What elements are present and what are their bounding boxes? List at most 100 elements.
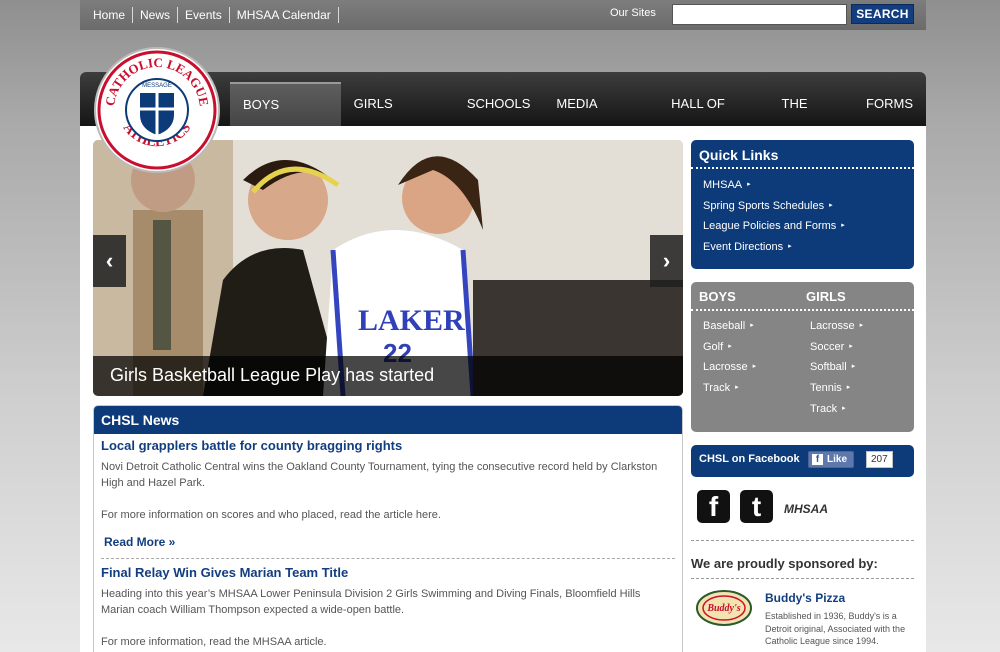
sport-label: Lacrosse bbox=[810, 320, 855, 333]
news-article-title[interactable]: Local grapplers battle for county braggi… bbox=[101, 438, 675, 453]
slider-prev-button[interactable]: ‹ bbox=[93, 235, 126, 287]
quick-link-event-directions[interactable]: Event Directions ▸ bbox=[703, 237, 914, 258]
main-container: CATHOLIC LEAGUE ATHLETICS MESSAGE BOYS S… bbox=[80, 47, 926, 652]
hero-slider: LAKER 22 ‹ › Girls Basketball League Pla… bbox=[93, 140, 683, 396]
sport-label: Track bbox=[810, 402, 838, 415]
menu-hall-of-fame[interactable]: HALL OF FAME bbox=[658, 82, 768, 155]
sport-label: Golf bbox=[703, 340, 724, 353]
quick-link-spring-sports[interactable]: Spring Sports Schedules ▸ bbox=[703, 196, 914, 217]
quick-links-panel: Quick Links MHSAA ▸ Spring Sports Schedul… bbox=[691, 140, 914, 269]
quick-link-label: MHSAA bbox=[703, 179, 743, 192]
triangle-right-icon: ▸ bbox=[747, 181, 751, 188]
news-article-title[interactable]: Final Relay Win Gives Marian Team Title bbox=[101, 565, 675, 580]
main-menu: BOYS SPORTS GIRLS SPORTS SCHOOLS MEDIA C… bbox=[230, 82, 926, 155]
search-input[interactable] bbox=[672, 4, 847, 25]
sponsor-divider bbox=[691, 578, 914, 579]
facebook-icon[interactable]: f bbox=[697, 490, 730, 523]
news-article-body: Novi Detroit Catholic Central wins the O… bbox=[101, 461, 658, 489]
buddys-logo-text: Buddy's bbox=[706, 603, 740, 614]
sport-label: Baseball bbox=[703, 320, 746, 333]
girls-sport-softball[interactable]: Softball ▸ bbox=[810, 357, 906, 378]
news-article: Final Relay Win Gives Marian Team Title … bbox=[94, 565, 682, 650]
sport-label: Soccer bbox=[810, 340, 845, 353]
news-article-body: Heading into this year’s MHSAA Lower Pen… bbox=[101, 588, 641, 616]
menu-girls-sports[interactable]: GIRLS SPORTS bbox=[341, 82, 454, 155]
triangle-right-icon: ▸ bbox=[788, 242, 792, 250]
triangle-right-icon: ▸ bbox=[842, 404, 846, 412]
girls-sport-soccer[interactable]: Soccer ▸ bbox=[810, 337, 906, 358]
triangle-right-icon: ▸ bbox=[859, 322, 864, 329]
like-count: 207 bbox=[866, 451, 893, 468]
girls-sports-column: GIRLS Lacrosse ▸ Soccer ▸ Softball ▸ Tennis… bbox=[806, 289, 906, 419]
sport-label: Track bbox=[703, 382, 731, 395]
top-nav-home[interactable]: Home bbox=[86, 7, 134, 23]
menu-media-center[interactable]: MEDIA CENTER bbox=[543, 82, 658, 155]
chsl-news-panel: CHSL News Local grapplers battle for cou… bbox=[93, 405, 683, 652]
triangle-right-icon: ▸ bbox=[841, 222, 845, 230]
boys-title: BOYS bbox=[699, 289, 736, 304]
news-article-more-info: For more information, read the MHSAA art… bbox=[101, 636, 327, 648]
menu-the-chsl[interactable]: THE CHSL bbox=[769, 82, 854, 155]
news-article-more-info: For more information on scores and who p… bbox=[101, 509, 441, 521]
our-sites-link[interactable]: Our Sites bbox=[610, 7, 656, 19]
mhsaa-logo[interactable]: MHSAA bbox=[784, 500, 828, 518]
facebook-f-icon: f bbox=[812, 454, 823, 465]
boys-sport-track[interactable]: Track ▸ bbox=[703, 378, 799, 399]
sponsor-description: Established in 1936, Buddy's is a Detroi… bbox=[765, 611, 906, 646]
quick-links-divider bbox=[691, 167, 914, 169]
main-navbar: CATHOLIC LEAGUE ATHLETICS MESSAGE BOYS S… bbox=[80, 47, 926, 173]
menu-boys-sports[interactable]: BOYS SPORTS bbox=[230, 82, 341, 154]
quick-link-label: Spring Sports Schedules bbox=[703, 199, 825, 212]
facebook-label[interactable]: CHSL on Facebook bbox=[699, 453, 800, 465]
sport-label: Tennis bbox=[810, 382, 842, 395]
top-utility-bar: Home News Events MHSAA Calendar Our Site… bbox=[80, 0, 926, 30]
triangle-right-icon: ▸ bbox=[851, 363, 856, 371]
facebook-panel: CHSL on Facebook f Like 207 bbox=[691, 445, 914, 477]
triangle-right-icon: ▸ bbox=[849, 342, 853, 350]
boys-sport-lacrosse[interactable]: Lacrosse ▸ bbox=[703, 357, 799, 378]
news-divider bbox=[101, 558, 675, 559]
sport-label: Softball bbox=[810, 361, 847, 374]
read-more-link[interactable]: Read More » bbox=[104, 535, 675, 549]
search-button[interactable]: SEARCH bbox=[851, 4, 914, 24]
buddys-pizza-logo-graphic: Buddy's bbox=[696, 590, 752, 626]
quick-links-title: Quick Links bbox=[699, 147, 779, 163]
top-nav: Home News Events MHSAA Calendar bbox=[86, 7, 339, 23]
sponsor-name[interactable]: Buddy's Pizza bbox=[765, 591, 845, 605]
chsl-logo-graphic: CATHOLIC LEAGUE ATHLETICS MESSAGE bbox=[97, 50, 217, 170]
slider-caption[interactable]: Girls Basketball League Play has started bbox=[110, 365, 434, 386]
sports-panel: BOYS Baseball ▸ Golf ▸ Lacrosse ▸ Track ▸ GI… bbox=[691, 282, 914, 432]
news-header: CHSL News bbox=[94, 406, 682, 434]
menu-forms[interactable]: FORMS bbox=[853, 82, 926, 126]
quick-link-mhsaa[interactable]: MHSAA ▸ bbox=[703, 175, 914, 196]
girls-title: GIRLS bbox=[806, 289, 846, 304]
girls-sport-lacrosse[interactable]: Lacrosse ▸ bbox=[810, 316, 906, 337]
sidebar-divider bbox=[691, 540, 914, 541]
news-article: Local grapplers battle for county braggi… bbox=[94, 438, 682, 549]
boys-sports-column: BOYS Baseball ▸ Golf ▸ Lacrosse ▸ Track ▸ bbox=[699, 289, 799, 399]
logo-message-text: MESSAGE bbox=[142, 83, 172, 89]
triangle-right-icon: ▸ bbox=[735, 383, 739, 391]
jersey-text: LAKER bbox=[358, 304, 465, 337]
quick-link-league-policies[interactable]: League Policies and Forms ▸ bbox=[703, 216, 914, 237]
chsl-logo[interactable]: CATHOLIC LEAGUE ATHLETICS MESSAGE bbox=[94, 47, 220, 173]
quick-link-label: League Policies and Forms bbox=[703, 220, 837, 233]
triangle-right-icon: ▸ bbox=[750, 322, 754, 329]
triangle-right-icon: ▸ bbox=[846, 383, 851, 391]
menu-schools[interactable]: SCHOOLS bbox=[454, 82, 544, 126]
sport-label: Lacrosse bbox=[703, 361, 748, 374]
quick-link-label: Event Directions bbox=[703, 241, 784, 254]
top-nav-mhsaa-calendar[interactable]: MHSAA Calendar bbox=[230, 7, 339, 23]
facebook-like-button[interactable]: f Like bbox=[808, 451, 855, 468]
triangle-right-icon: ▸ bbox=[752, 363, 757, 371]
buddys-pizza-logo[interactable]: Buddy's bbox=[695, 588, 753, 633]
girls-sport-track[interactable]: Track ▸ bbox=[810, 399, 906, 420]
twitter-icon[interactable]: t bbox=[740, 490, 773, 523]
slider-next-button[interactable]: › bbox=[650, 235, 683, 287]
girls-sport-tennis[interactable]: Tennis ▸ bbox=[810, 378, 906, 399]
triangle-right-icon: ▸ bbox=[728, 342, 732, 350]
boys-sport-baseball[interactable]: Baseball ▸ bbox=[703, 316, 799, 337]
top-nav-events[interactable]: Events bbox=[178, 7, 230, 23]
top-nav-news[interactable]: News bbox=[133, 7, 179, 23]
boys-sport-golf[interactable]: Golf ▸ bbox=[703, 337, 799, 358]
